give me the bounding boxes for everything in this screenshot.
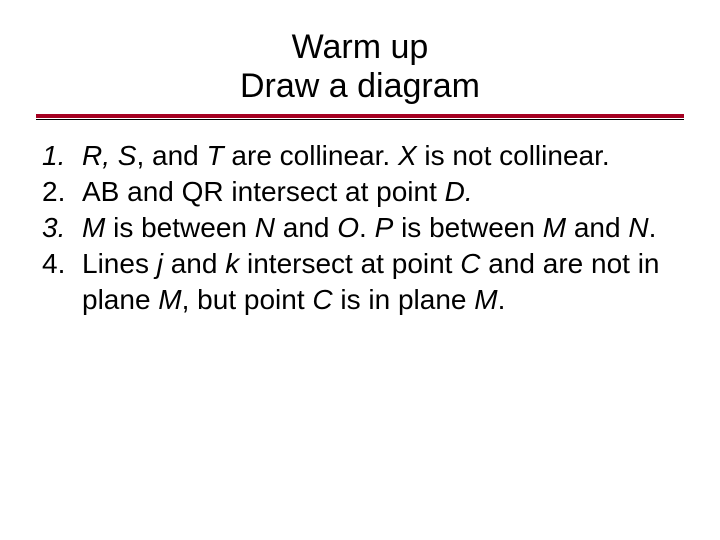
text-segment: and	[275, 212, 337, 243]
list-item-number: 4.	[42, 246, 82, 318]
text-segment: R, S	[82, 140, 136, 171]
list-item: 3.M is between N and O. P is between M a…	[42, 210, 684, 246]
text-segment: intersect at point	[239, 248, 460, 279]
text-segment: M	[82, 212, 105, 243]
text-segment: AB and QR intersect at point	[82, 176, 445, 207]
text-segment: and	[566, 212, 628, 243]
text-segment: .	[359, 212, 375, 243]
slide-title: Warm up Draw a diagram	[36, 28, 684, 106]
text-segment: , and	[136, 140, 206, 171]
text-segment: C	[312, 284, 332, 315]
list-item-number: 3.	[42, 210, 82, 246]
text-segment: C	[460, 248, 480, 279]
text-segment: k	[225, 248, 239, 279]
text-segment: M	[543, 212, 566, 243]
text-segment: is between	[393, 212, 542, 243]
text-segment: Lines	[82, 248, 157, 279]
text-segment: O	[337, 212, 359, 243]
text-segment: T	[207, 140, 224, 171]
title-line-1: Warm up	[36, 28, 684, 67]
title-underline	[36, 114, 684, 120]
text-segment: and	[163, 248, 225, 279]
text-segment: P	[375, 212, 394, 243]
text-segment: X	[398, 140, 417, 171]
list-item: 4.Lines j and k intersect at point C and…	[42, 246, 684, 318]
text-segment: .	[498, 284, 506, 315]
list-item-body: AB and QR intersect at point D.	[82, 174, 684, 210]
text-segment: is between	[105, 212, 254, 243]
text-segment: M	[474, 284, 497, 315]
text-segment: D.	[445, 176, 473, 207]
list-item-number: 2.	[42, 174, 82, 210]
list-item-body: M is between N and O. P is between M and…	[82, 210, 684, 246]
text-segment: are collinear.	[224, 140, 398, 171]
text-segment: M	[158, 284, 181, 315]
text-segment: is not collinear.	[417, 140, 610, 171]
list-item-body: Lines j and k intersect at point C and a…	[82, 246, 684, 318]
text-segment: is in plane	[333, 284, 475, 315]
list-item: 1.R, S, and T are collinear. X is not co…	[42, 138, 684, 174]
text-segment: , but point	[182, 284, 313, 315]
text-segment: N	[628, 212, 648, 243]
list-item-body: R, S, and T are collinear. X is not coll…	[82, 138, 684, 174]
text-segment: .	[649, 212, 657, 243]
list-item-number: 1.	[42, 138, 82, 174]
title-line-2: Draw a diagram	[36, 67, 684, 106]
text-segment: N	[255, 212, 275, 243]
numbered-list: 1.R, S, and T are collinear. X is not co…	[36, 138, 684, 317]
list-item: 2.AB and QR intersect at point D.	[42, 174, 684, 210]
